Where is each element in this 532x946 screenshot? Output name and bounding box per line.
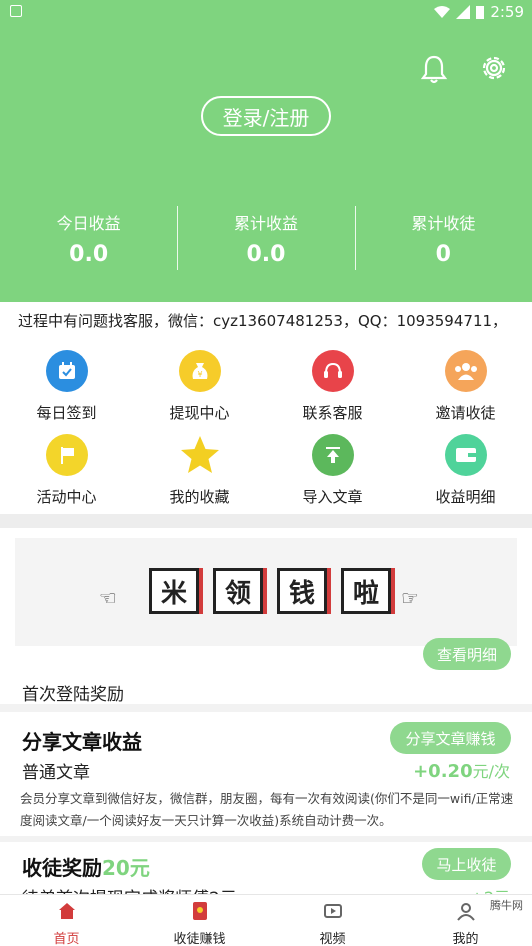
card-description: 会员分享文章到微信好友，微信群，朋友圈，每有一次有效阅读(你们不是同一wifi/… bbox=[20, 791, 514, 828]
stat-value: 0.0 bbox=[69, 242, 109, 267]
wifi-icon bbox=[434, 6, 451, 18]
nav-label: 收徒赚钱 bbox=[173, 932, 226, 946]
grid-item-invite[interactable]: 邀请收徒 bbox=[399, 350, 532, 423]
home-icon bbox=[58, 903, 75, 919]
grid-item-withdraw[interactable]: ¥ 提现中心 bbox=[133, 350, 266, 423]
upload-icon bbox=[311, 434, 354, 476]
flag-icon bbox=[45, 434, 88, 476]
nav-home[interactable]: 首页 bbox=[0, 895, 133, 946]
stat-label: 累计收益 bbox=[233, 214, 298, 233]
watermark-logo: 腾牛网 bbox=[487, 896, 526, 914]
header: 2:59 登录/注册 今日收益 0.0 累计收益 0.0 累计收徒 0 bbox=[0, 0, 532, 302]
share-reward: +0.20元/次 bbox=[413, 758, 510, 782]
first-login-reward: 首次登陆奖励 bbox=[22, 685, 124, 705]
grid-label: 邀请收徒 bbox=[435, 404, 496, 422]
status-bar: 2:59 bbox=[0, 0, 532, 24]
banner-char: 啦 bbox=[341, 568, 391, 614]
nav-label: 我的 bbox=[452, 932, 479, 946]
nav-video[interactable]: 视频 bbox=[266, 895, 399, 946]
marquee-text: 过程中有问题找客服，微信：cyz13607481253，QQ：109359471… bbox=[18, 312, 508, 330]
section-divider bbox=[0, 514, 532, 528]
status-right: 2:59 bbox=[434, 3, 524, 21]
grid-label: 每日签到 bbox=[36, 404, 97, 422]
pointing-hand-icon: ☞ bbox=[401, 586, 419, 610]
card-subtitle: 徒弟首次提现完成奖师傅2元 bbox=[22, 884, 237, 894]
pointing-hand-icon: ☜ bbox=[99, 586, 117, 610]
bottom-nav: 首页 收徒赚钱 视频 我的 bbox=[0, 894, 532, 946]
user-icon bbox=[456, 903, 475, 921]
grid-item-earnings-detail[interactable]: 收益明细 bbox=[399, 434, 532, 507]
stat-label: 今日收益 bbox=[56, 214, 121, 233]
stat-total-earnings[interactable]: 累计收益 0.0 bbox=[177, 204, 354, 274]
nav-label: 首页 bbox=[53, 932, 80, 946]
invite-title: 收徒奖励 bbox=[22, 856, 102, 880]
grid-item-import-article[interactable]: 导入文章 bbox=[266, 434, 399, 507]
login-register-button[interactable]: 登录/注册 bbox=[201, 96, 331, 136]
invite-now-button[interactable]: 马上收徒 bbox=[422, 848, 511, 880]
stat-value: 0 bbox=[435, 242, 451, 267]
grid-label: 活动中心 bbox=[36, 488, 97, 506]
reward-amount: +0.20 bbox=[413, 761, 473, 782]
feature-grid: 每日签到 ¥ 提现中心 联系客服 邀请收徒 活动中心 我的收藏 导入文章 收益明… bbox=[0, 338, 532, 514]
wallet-icon bbox=[444, 434, 487, 476]
stats-row: 今日收益 0.0 累计收益 0.0 累计收徒 0 bbox=[0, 204, 532, 274]
people-icon bbox=[444, 350, 487, 392]
banner-char: 领 bbox=[213, 568, 263, 614]
stat-value: 0.0 bbox=[246, 242, 286, 267]
notice-marquee: 过程中有问题找客服，微信：cyz13607481253，QQ：109359471… bbox=[0, 302, 532, 338]
banner-char: 米 bbox=[149, 568, 199, 614]
earn-banner: ☜ 米 领 钱 啦 ☞ 查看明细 首次登陆奖励 bbox=[0, 528, 532, 705]
grid-label: 我的收藏 bbox=[169, 488, 230, 506]
svg-text:¥: ¥ bbox=[197, 370, 202, 379]
share-article-card: 分享文章收益 分享文章赚钱 普通文章 +0.20元/次 会员分享文章到微信好友，… bbox=[0, 712, 532, 836]
signal-icon bbox=[456, 5, 471, 19]
stat-today-earnings[interactable]: 今日收益 0.0 bbox=[0, 204, 177, 274]
money-bag-icon: ¥ bbox=[178, 350, 221, 392]
grid-item-activity-center[interactable]: 活动中心 bbox=[0, 434, 133, 507]
grid-item-daily-checkin[interactable]: 每日签到 bbox=[0, 350, 133, 423]
invite-card: 收徒奖励20元 马上收徒 徒弟首次提现完成奖师傅2元 +2元 bbox=[0, 842, 532, 894]
grid-label: 提现中心 bbox=[169, 404, 230, 422]
grid-label: 导入文章 bbox=[302, 488, 363, 506]
grid-item-favorites[interactable]: 我的收藏 bbox=[133, 434, 266, 507]
view-details-button[interactable]: 查看明细 bbox=[423, 638, 511, 670]
stat-label: 累计收徒 bbox=[411, 214, 476, 233]
card-title: 收徒奖励20元 bbox=[22, 852, 150, 881]
banner-char: 钱 bbox=[277, 568, 327, 614]
nav-invite-earn[interactable]: 收徒赚钱 bbox=[133, 895, 266, 946]
invite-amount: 20元 bbox=[102, 856, 150, 880]
bell-icon[interactable] bbox=[420, 54, 448, 84]
calendar-icon bbox=[45, 350, 88, 392]
notification-icon bbox=[10, 5, 22, 17]
red-envelope-icon bbox=[192, 902, 207, 920]
star-icon bbox=[179, 434, 221, 476]
grid-label: 联系客服 bbox=[302, 404, 363, 422]
stat-total-apprentices[interactable]: 累计收徒 0 bbox=[354, 204, 532, 274]
reward-unit: 元/次 bbox=[472, 762, 510, 781]
share-article-button[interactable]: 分享文章赚钱 bbox=[390, 722, 511, 754]
card-title: 分享文章收益 bbox=[22, 730, 142, 754]
grid-label: 收益明细 bbox=[435, 488, 496, 506]
banner-chars: 米 领 钱 啦 bbox=[149, 568, 391, 614]
banner-art[interactable]: ☜ 米 领 钱 啦 ☞ bbox=[15, 538, 517, 646]
battery-icon bbox=[476, 6, 485, 19]
grid-item-contact-support[interactable]: 联系客服 bbox=[266, 350, 399, 423]
headset-icon bbox=[311, 350, 354, 392]
nav-label: 视频 bbox=[319, 932, 346, 946]
video-icon bbox=[323, 904, 342, 918]
gear-icon[interactable] bbox=[480, 54, 508, 82]
card-subtitle: 普通文章 bbox=[22, 763, 90, 783]
status-time: 2:59 bbox=[490, 3, 524, 21]
invite-reward: +2元 bbox=[470, 884, 510, 894]
